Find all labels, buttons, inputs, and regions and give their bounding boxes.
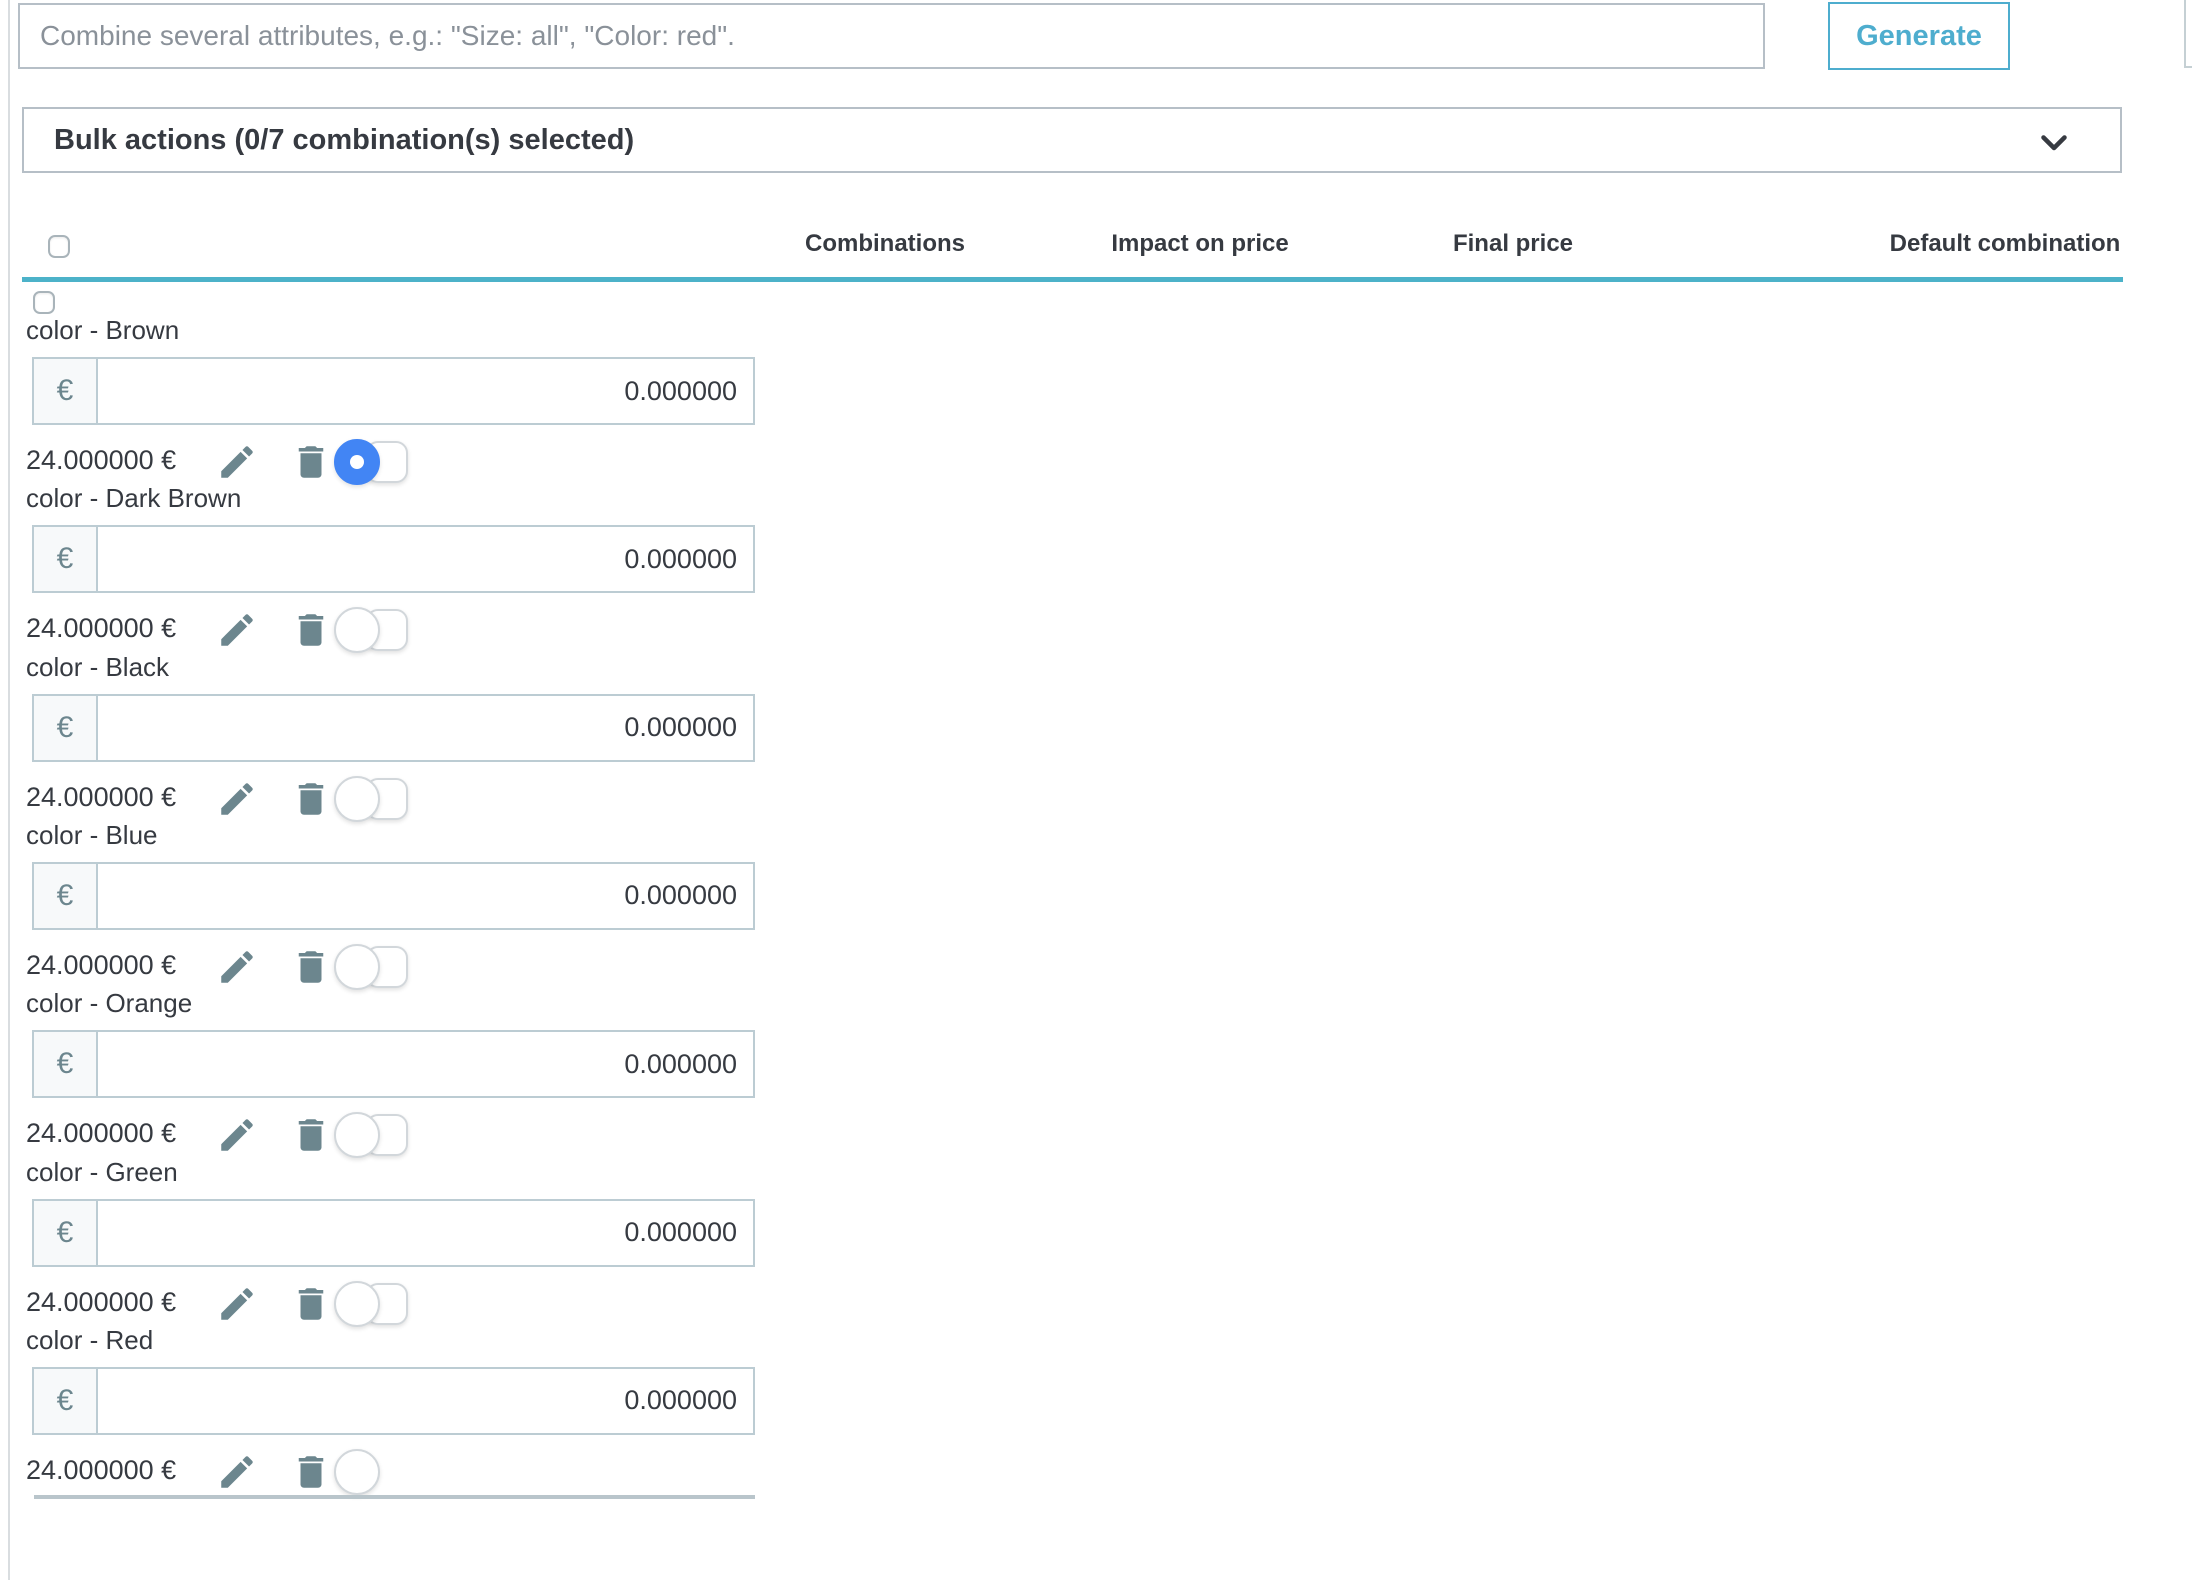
currency-symbol: € xyxy=(34,864,98,928)
pencil-icon xyxy=(216,1451,258,1493)
column-header-final-price: Final price xyxy=(1453,230,1573,258)
generate-button[interactable]: Generate xyxy=(1828,2,2010,70)
combination-name: color - Red xyxy=(26,1325,153,1356)
impact-on-price-field: € xyxy=(32,1199,755,1267)
adjacent-panel-corner xyxy=(2184,0,2192,68)
bulk-actions-label: Bulk actions (0/7 combination(s) selecte… xyxy=(24,124,634,157)
delete-button[interactable] xyxy=(290,1451,332,1493)
default-combination-radio[interactable] xyxy=(334,1449,380,1495)
combination-name: color - Orange xyxy=(26,988,192,1019)
currency-symbol: € xyxy=(34,527,98,591)
combination-name: color - Brown xyxy=(26,315,179,346)
impact-on-price-field: € xyxy=(32,1030,755,1098)
bulk-actions-dropdown[interactable]: Bulk actions (0/7 combination(s) selecte… xyxy=(22,107,2122,173)
combination-name: color - Black xyxy=(26,652,169,683)
column-header-default-combination: Default combination xyxy=(1890,230,2121,258)
row-select-checkbox[interactable] xyxy=(33,291,55,314)
impact-on-price-input[interactable] xyxy=(98,1201,753,1265)
impact-on-price-field: € xyxy=(32,862,755,930)
currency-symbol: € xyxy=(34,1201,98,1265)
impact-on-price-input[interactable] xyxy=(98,527,753,591)
currency-symbol: € xyxy=(34,1369,98,1433)
combination-name: color - Green xyxy=(26,1157,178,1188)
column-header-combinations: Combinations xyxy=(805,230,965,258)
impact-on-price-input[interactable] xyxy=(98,864,753,928)
chevron-down-icon xyxy=(2036,124,2072,160)
impact-on-price-input[interactable] xyxy=(98,1032,753,1096)
table-header-accent-line xyxy=(22,277,2123,282)
edit-button[interactable] xyxy=(216,1451,258,1493)
column-header-impact-on-price: Impact on price xyxy=(1111,230,1288,258)
combination-row: color - Red € 24.000000 € xyxy=(0,1293,2192,1493)
impact-on-price-input[interactable] xyxy=(98,1369,753,1433)
currency-symbol: € xyxy=(34,696,98,760)
combination-name: color - Dark Brown xyxy=(26,483,241,514)
table-bottom-divider xyxy=(34,1495,755,1499)
currency-symbol: € xyxy=(34,359,98,423)
impact-on-price-input[interactable] xyxy=(98,359,753,423)
impact-on-price-field: € xyxy=(32,1367,755,1435)
currency-symbol: € xyxy=(34,1032,98,1096)
trash-icon xyxy=(290,1451,332,1493)
impact-on-price-field: € xyxy=(32,694,755,762)
select-all-checkbox[interactable] xyxy=(48,235,70,258)
impact-on-price-field: € xyxy=(32,357,755,425)
combination-name: color - Blue xyxy=(26,820,158,851)
combine-attributes-input[interactable] xyxy=(18,3,1765,69)
impact-on-price-field: € xyxy=(32,525,755,593)
final-price-value: 24.000000 € xyxy=(26,1448,176,1492)
impact-on-price-input[interactable] xyxy=(98,696,753,760)
